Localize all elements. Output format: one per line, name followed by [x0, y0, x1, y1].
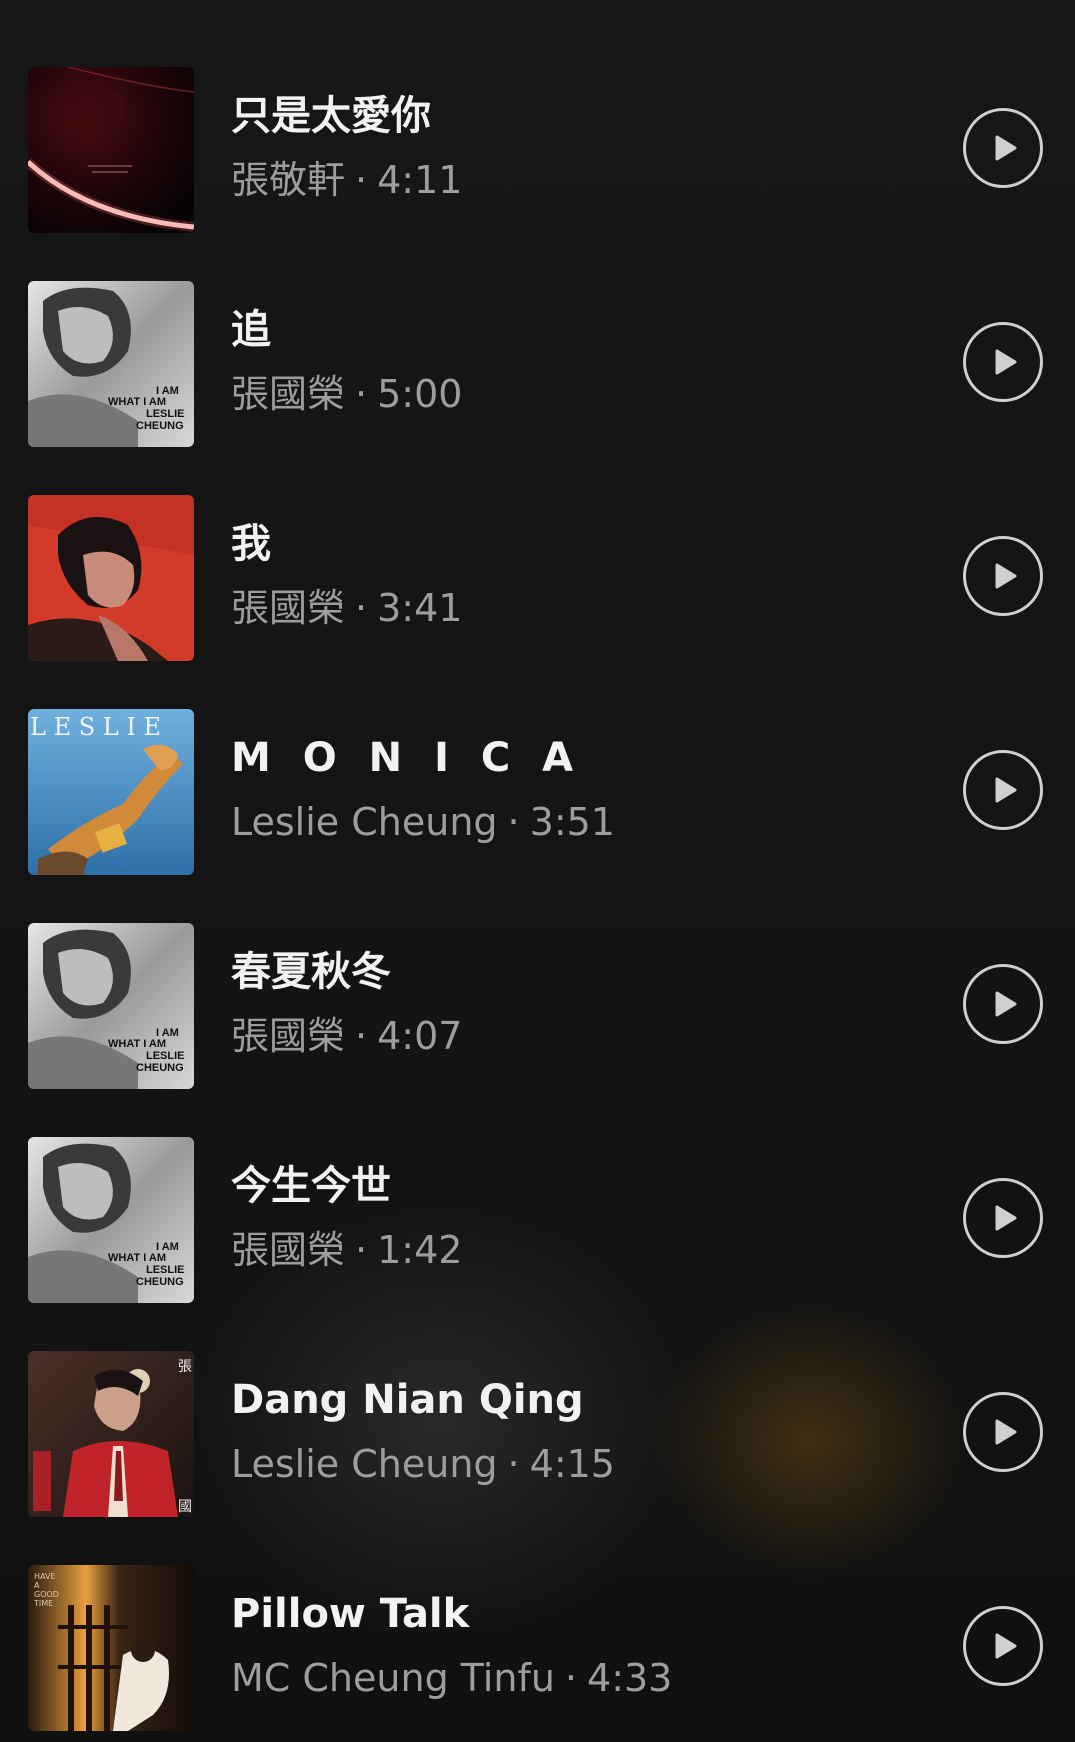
track-title: 今生今世: [231, 1163, 391, 1209]
svg-text:A: A: [34, 1581, 40, 1590]
play-icon: [995, 777, 1017, 803]
album-cover: HAVE A GOOD TIME: [28, 1565, 194, 1731]
track-artist: 張敬軒: [231, 158, 346, 202]
track-row[interactable]: 張 國 Dang Nian Qing Leslie Cheung · 4:15: [0, 1284, 1075, 1517]
track-artist: 張國榮: [231, 586, 346, 630]
play-button[interactable]: [963, 750, 1043, 830]
song-list-screen: 只是太愛你 張敬軒 · 4:11 I AM WHAT I AM LESLIE C…: [0, 0, 1075, 1742]
what-i-am-cover: I AM WHAT I AM LESLIE CHEUNG: [28, 281, 194, 447]
track-row[interactable]: I AM WHAT I AM LESLIE CHEUNG 今生今世 張國榮 · 1:…: [0, 1070, 1075, 1303]
red-portrait-cover: [28, 495, 194, 661]
separator-dot: ·: [355, 1228, 368, 1272]
leslie-blue-cover: L E S L I E: [28, 709, 194, 875]
album-cover: I AM WHAT I AM LESLIE CHEUNG: [28, 281, 194, 447]
what-i-am-cover: I AM WHAT I AM LESLIE CHEUNG: [28, 923, 194, 1089]
svg-text:LESLIE: LESLIE: [146, 1264, 185, 1276]
album-cover: L E S L I E: [28, 709, 194, 875]
play-button[interactable]: [963, 108, 1043, 188]
track-meta: 張國榮 · 3:41: [231, 580, 462, 636]
track-title: 我: [231, 521, 271, 567]
album-cover: [28, 67, 194, 233]
track-meta: MC Cheung Tinfu · 4:33: [231, 1650, 672, 1706]
play-icon: [995, 349, 1017, 375]
track-duration: 5:00: [377, 372, 463, 416]
red-suit-cover: 張 國: [28, 1351, 194, 1517]
svg-text:張: 張: [178, 1359, 192, 1375]
track-title: 只是太愛你: [231, 93, 431, 139]
track-artist: 張國榮: [231, 1228, 346, 1272]
track-artist: 張國榮: [231, 372, 346, 416]
track-title: M O N I C A: [231, 735, 583, 781]
svg-text:TIME: TIME: [33, 1599, 53, 1608]
svg-text:HAVE: HAVE: [34, 1572, 56, 1581]
svg-text:LESLIE: LESLIE: [146, 1050, 185, 1062]
separator-dot: ·: [355, 158, 368, 202]
svg-text:GOOD: GOOD: [34, 1590, 59, 1599]
album-cover: I AM WHAT I AM LESLIE CHEUNG: [28, 1137, 194, 1303]
play-button[interactable]: [963, 1606, 1043, 1686]
track-row[interactable]: HAVE A GOOD TIME Pillow Talk MC Cheung T…: [0, 1498, 1075, 1731]
track-meta: 張國榮 · 4:07: [231, 1008, 462, 1064]
track-meta: Leslie Cheung · 4:15: [231, 1436, 615, 1492]
separator-dot: ·: [507, 1442, 520, 1486]
album-cover: [28, 495, 194, 661]
play-button[interactable]: [963, 536, 1043, 616]
track-artist: MC Cheung Tinfu: [231, 1656, 555, 1700]
svg-text:WHAT I AM: WHAT I AM: [108, 396, 166, 408]
track-row[interactable]: I AM WHAT I AM LESLIE CHEUNG 追 張國榮 · 5:00: [0, 214, 1075, 447]
play-icon: [995, 991, 1017, 1017]
track-artist: Leslie Cheung: [231, 1442, 498, 1486]
what-i-am-cover: I AM WHAT I AM LESLIE CHEUNG: [28, 1137, 194, 1303]
track-row[interactable]: 我 張國榮 · 3:41: [0, 428, 1075, 661]
separator-dot: ·: [564, 1656, 578, 1700]
play-icon: [995, 563, 1017, 589]
track-duration: 1:42: [377, 1228, 463, 1272]
album-cover: 張 國: [28, 1351, 194, 1517]
separator-dot: ·: [507, 800, 520, 844]
separator-dot: ·: [355, 586, 368, 630]
play-button[interactable]: [963, 322, 1043, 402]
separator-dot: ·: [355, 372, 368, 416]
track-meta: 張敬軒 · 4:11: [231, 152, 462, 208]
track-duration: 4:07: [377, 1014, 463, 1058]
play-button[interactable]: [963, 964, 1043, 1044]
track-duration: 4:15: [529, 1442, 615, 1486]
track-row[interactable]: I AM WHAT I AM LESLIE CHEUNG 春夏秋冬 張國榮 · 4:…: [0, 856, 1075, 1089]
svg-text:LESLIE: LESLIE: [146, 408, 185, 420]
track-artist: 張國榮: [231, 1014, 346, 1058]
track-duration: 4:33: [587, 1656, 673, 1700]
track-duration: 4:11: [377, 158, 463, 202]
play-icon: [995, 1633, 1017, 1659]
track-artist: Leslie Cheung: [231, 800, 498, 844]
svg-text:WHAT I AM: WHAT I AM: [108, 1252, 166, 1264]
svg-text:L E S L I E: L E S L I E: [30, 713, 161, 741]
track-meta: 張國榮 · 1:42: [231, 1222, 462, 1278]
track-title: 追: [231, 307, 271, 353]
track-title: Dang Nian Qing: [231, 1377, 584, 1423]
play-icon: [995, 135, 1017, 161]
play-icon: [995, 1205, 1017, 1231]
track-duration: 3:41: [377, 586, 463, 630]
track-row[interactable]: 只是太愛你 張敬軒 · 4:11: [0, 0, 1075, 233]
track-meta: Leslie Cheung · 3:51: [231, 794, 615, 850]
track-title: 春夏秋冬: [231, 949, 391, 995]
album-cover: I AM WHAT I AM LESLIE CHEUNG: [28, 923, 194, 1089]
separator-dot: ·: [355, 1014, 368, 1058]
svg-text:WHAT I AM: WHAT I AM: [108, 1038, 166, 1050]
dark-red-arc-cover: [28, 67, 194, 233]
track-duration: 3:51: [529, 800, 615, 844]
track-meta: 張國榮 · 5:00: [231, 366, 462, 422]
play-icon: [995, 1419, 1017, 1445]
track-title: Pillow Talk: [231, 1591, 470, 1637]
play-button[interactable]: [963, 1392, 1043, 1472]
have-a-good-time-cover: HAVE A GOOD TIME: [28, 1565, 194, 1731]
play-button[interactable]: [963, 1178, 1043, 1258]
track-row[interactable]: L E S L I E M O N I C A Leslie Cheung · 3:…: [0, 642, 1075, 875]
